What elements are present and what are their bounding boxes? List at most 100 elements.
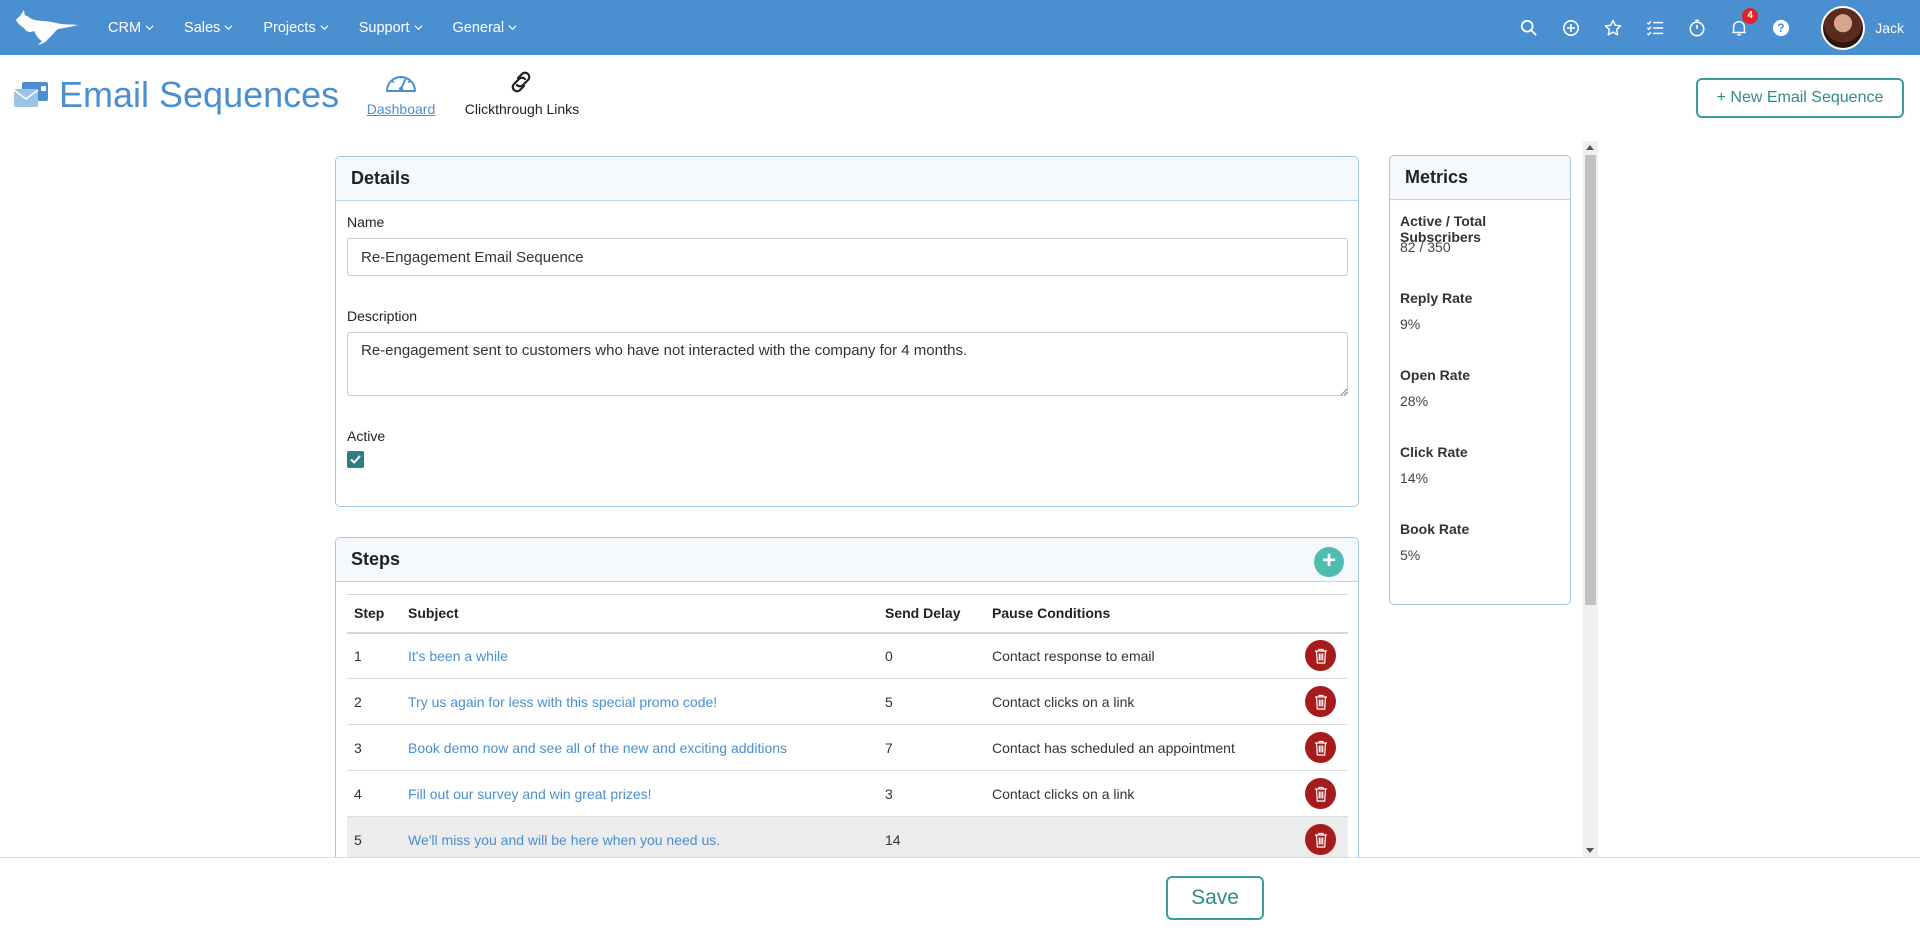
chevron-down-icon [413,25,423,31]
step-pause-conditions: Contact clicks on a link [985,678,1275,725]
scroll-thumb[interactable] [1585,155,1596,605]
nav-support[interactable]: Support [359,20,423,36]
table-row: 1 It's been a while 0 Contact response t… [347,632,1348,679]
steps-table: Step Subject Send Delay Pause Conditions… [347,594,1348,857]
column-header-subject: Subject [401,594,878,634]
step-subject-link[interactable]: It's been a while [401,632,878,679]
step-pause-conditions: Contact clicks on a link [985,770,1275,817]
page-header: Email Sequences Dashboard Clickthrough L… [0,55,1920,139]
scroll-up-icon[interactable] [1586,145,1594,150]
step-subject-link[interactable]: We'll miss you and will be here when you… [401,816,878,857]
delete-step-button[interactable] [1305,686,1336,717]
step-send-delay: 14 [878,816,985,857]
scroll-down-icon[interactable] [1586,848,1594,853]
description-field[interactable]: Re-engagement sent to customers who have… [347,332,1348,396]
metric-value-subscribers: 82 / 350 [1400,239,1451,255]
add-circle-icon[interactable] [1561,18,1581,38]
checkmark-icon [350,455,361,464]
metric-label-book-rate: Book Rate [1400,521,1470,537]
tab-dashboard[interactable]: Dashboard [365,67,437,117]
search-icon[interactable] [1519,18,1539,38]
nav-crm[interactable]: CRM [108,20,154,36]
step-subject-link[interactable]: Try us again for less with this special … [401,678,878,725]
tab-dashboard-label: Dashboard [366,101,436,117]
step-actions [1275,816,1348,857]
step-subject-link[interactable]: Fill out our survey and win great prizes… [401,770,878,817]
nav-projects[interactable]: Projects [263,20,329,36]
trash-icon [1314,648,1327,664]
step-number: 5 [347,816,401,857]
content-scrollbar[interactable] [1583,141,1598,857]
add-step-button[interactable]: + [1314,547,1344,577]
metric-label-open-rate: Open Rate [1400,367,1471,383]
new-email-sequence-button[interactable]: + New Email Sequence [1696,78,1904,118]
metric-label-click-rate: Click Rate [1400,444,1468,460]
tab-clickthrough-links[interactable]: Clickthrough Links [462,67,582,117]
table-row: 4 Fill out our survey and win great priz… [347,770,1348,817]
timer-icon[interactable] [1687,18,1707,38]
star-icon[interactable] [1603,18,1623,38]
metric-value-click-rate: 14% [1400,470,1429,486]
active-label: Active [347,428,386,444]
column-header-actions [1275,594,1348,634]
trash-icon [1314,694,1327,710]
table-row: 3 Book demo now and see all of the new a… [347,724,1348,771]
nav-general-label: General [452,19,505,36]
delete-step-button[interactable] [1305,732,1336,763]
step-send-delay: 0 [878,632,985,679]
step-number: 3 [347,724,401,771]
nav-icon-bar: 4 ? Jack [1519,0,1920,55]
user-name[interactable]: Jack [1875,20,1904,36]
details-panel: Details Name Description Re-engagement s… [335,156,1359,507]
table-header-row: Step Subject Send Delay Pause Conditions [347,594,1348,634]
column-header-step: Step [347,594,401,634]
chevron-down-icon [508,25,517,31]
bell-icon[interactable]: 4 [1729,7,1759,38]
metrics-panel: Metrics Active / Total Subscribers 82 / … [1389,155,1571,605]
chevron-down-icon [145,25,154,31]
tasks-icon[interactable] [1645,18,1665,38]
help-icon[interactable]: ? [1771,18,1791,38]
step-number: 4 [347,770,401,817]
trash-icon [1314,740,1327,756]
nav-crm-label: CRM [108,19,142,36]
page-title: Email Sequences [59,74,340,115]
steps-panel: Steps + Step Subject Send Delay Pause Co… [335,537,1359,857]
step-subject-link[interactable]: Book demo now and see all of the new and… [401,724,878,771]
main-content: Details Name Description Re-engagement s… [0,139,1600,857]
step-actions [1275,724,1348,771]
resize-handle-icon[interactable] [1340,388,1348,396]
kangaroo-logo[interactable] [12,6,80,48]
step-actions [1275,632,1348,679]
delete-step-button[interactable] [1305,824,1336,855]
delete-step-button[interactable] [1305,640,1336,672]
table-row: 2 Try us again for less with this specia… [347,678,1348,725]
name-label: Name [347,214,385,230]
delete-step-button[interactable] [1305,778,1336,809]
column-header-pause-conditions: Pause Conditions [985,594,1275,634]
nav-sales-label: Sales [184,19,221,36]
steps-title: Steps + [336,538,1358,582]
nav-general[interactable]: General [453,20,518,36]
column-header-send-delay: Send Delay [878,594,985,634]
step-number: 1 [347,632,401,679]
metrics-title: Metrics [1390,156,1570,200]
steps-title-label: Steps [351,549,401,569]
nav-support-label: Support [358,19,410,36]
main-menu: CRM Sales Projects Support General [108,0,547,55]
save-button[interactable]: Save [1166,876,1264,920]
link-icon [511,71,531,93]
nav-sales[interactable]: Sales [184,20,233,36]
name-field[interactable] [347,238,1348,276]
avatar[interactable] [1821,5,1866,50]
step-send-delay: 3 [878,770,985,817]
trash-icon [1314,832,1327,848]
step-send-delay: 5 [878,678,985,725]
step-actions [1275,770,1348,817]
details-title: Details [336,157,1358,201]
email-sequence-icon [13,81,50,111]
top-navbar: CRM Sales Projects Support General 4 ? J… [0,0,1920,55]
trash-icon [1314,786,1327,802]
active-checkbox[interactable] [347,451,364,468]
step-pause-conditions: Contact response to email [985,632,1275,679]
